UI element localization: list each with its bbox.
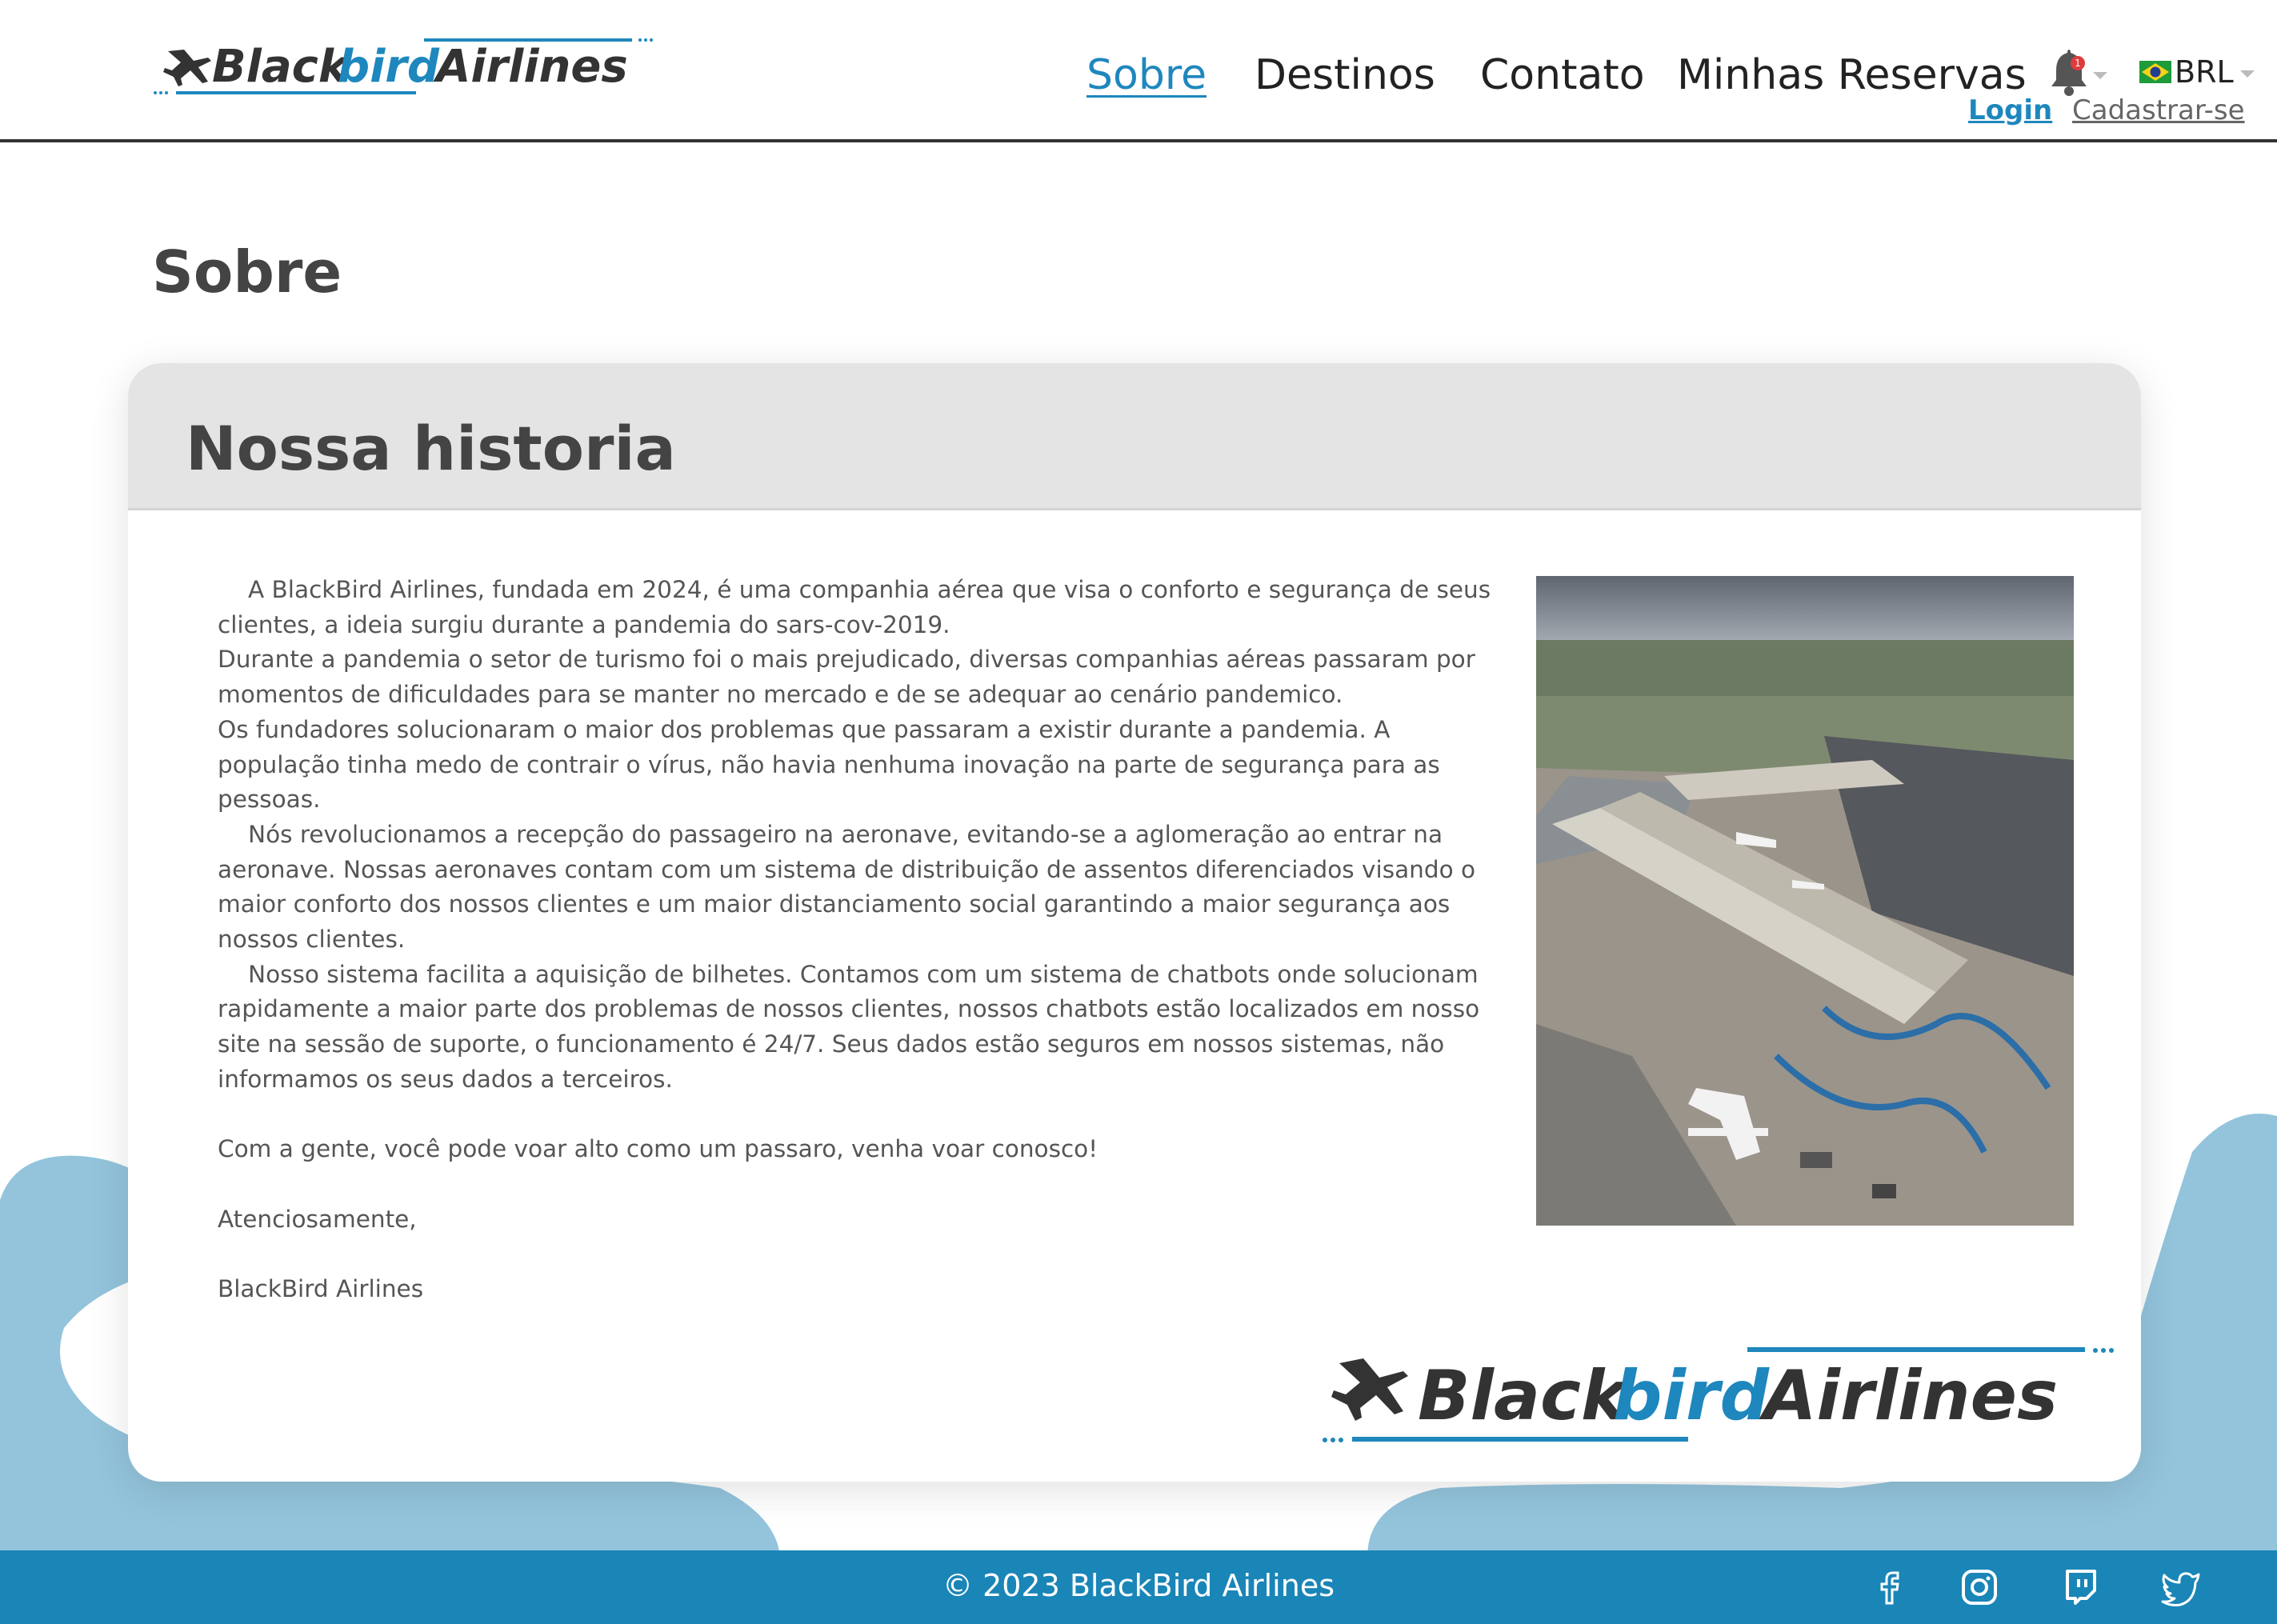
brand-word-black: Black xyxy=(212,41,351,93)
twitch-icon[interactable] xyxy=(2058,1565,2103,1610)
history-card: Nossa historia A BlackBird Airlines, fun… xyxy=(128,363,2141,1482)
airplane-icon xyxy=(1331,1358,1408,1421)
nav-item-destinos[interactable]: Destinos xyxy=(1255,51,1435,99)
nav-item-contato[interactable]: Contato xyxy=(1480,51,1645,99)
currency-selector[interactable]: BRL xyxy=(2175,54,2234,90)
brazil-flag-icon xyxy=(2139,61,2171,83)
brand-word-bird: bird xyxy=(1613,1356,1770,1436)
closing-text: Atenciosamente, xyxy=(218,1205,417,1233)
signup-link[interactable]: Cadastrar-se xyxy=(2072,94,2245,126)
nav-item-minhas-reservas[interactable]: Minhas Reservas xyxy=(1677,51,2027,99)
brand-word-bird: bird xyxy=(338,41,440,93)
paragraph: Durante a pandemia o setor de turismo fo… xyxy=(218,646,1475,709)
airport-photo xyxy=(1536,576,2074,1226)
twitter-icon[interactable] xyxy=(2159,1565,2203,1610)
site-header: Black bird Airlines Sobre Destinos Conta… xyxy=(0,0,2277,142)
brand-word-black: Black xyxy=(1418,1356,1631,1436)
chevron-down-icon[interactable] xyxy=(2093,72,2107,79)
paragraph: Nosso sistema facilita a aquisição de bi… xyxy=(218,960,1480,1093)
paragraph: Os fundadores solucionaram o maior dos p… xyxy=(218,715,1440,814)
notification-badge: 1 xyxy=(2071,56,2085,70)
brand-logo[interactable]: Black bird Airlines xyxy=(152,32,672,104)
paragraph: Nós revolucionamos a recepção do passage… xyxy=(218,820,1476,954)
site-footer: © 2023 BlackBird Airlines xyxy=(0,1550,2277,1624)
bell-icon[interactable] xyxy=(2042,45,2096,99)
instagram-icon[interactable] xyxy=(1957,1565,2002,1610)
page-title: Sobre xyxy=(152,238,342,306)
nav-item-sobre[interactable]: Sobre xyxy=(1086,51,1207,99)
card-header: Nossa historia xyxy=(128,363,2141,510)
signature-text: BlackBird Airlines xyxy=(218,1275,424,1303)
card-text: A BlackBird Airlines, fundada em 2024, é… xyxy=(218,573,1498,1307)
paragraph: Com a gente, você pode voar alto como um… xyxy=(218,1135,1098,1163)
brand-word-airlines: Airlines xyxy=(433,41,628,93)
brand-logo-large: Black bird Airlines xyxy=(1323,1347,2114,1442)
login-link[interactable]: Login xyxy=(1968,94,2052,126)
airplane-icon xyxy=(163,50,211,86)
chevron-down-icon[interactable] xyxy=(2240,70,2255,78)
brand-word-airlines: Airlines xyxy=(1759,1356,2058,1436)
card-title: Nossa historia xyxy=(186,413,676,484)
facebook-icon[interactable] xyxy=(1867,1565,1912,1610)
paragraph: A BlackBird Airlines, fundada em 2024, é… xyxy=(218,576,1491,638)
copyright-text: © 2023 BlackBird Airlines xyxy=(942,1568,1335,1603)
